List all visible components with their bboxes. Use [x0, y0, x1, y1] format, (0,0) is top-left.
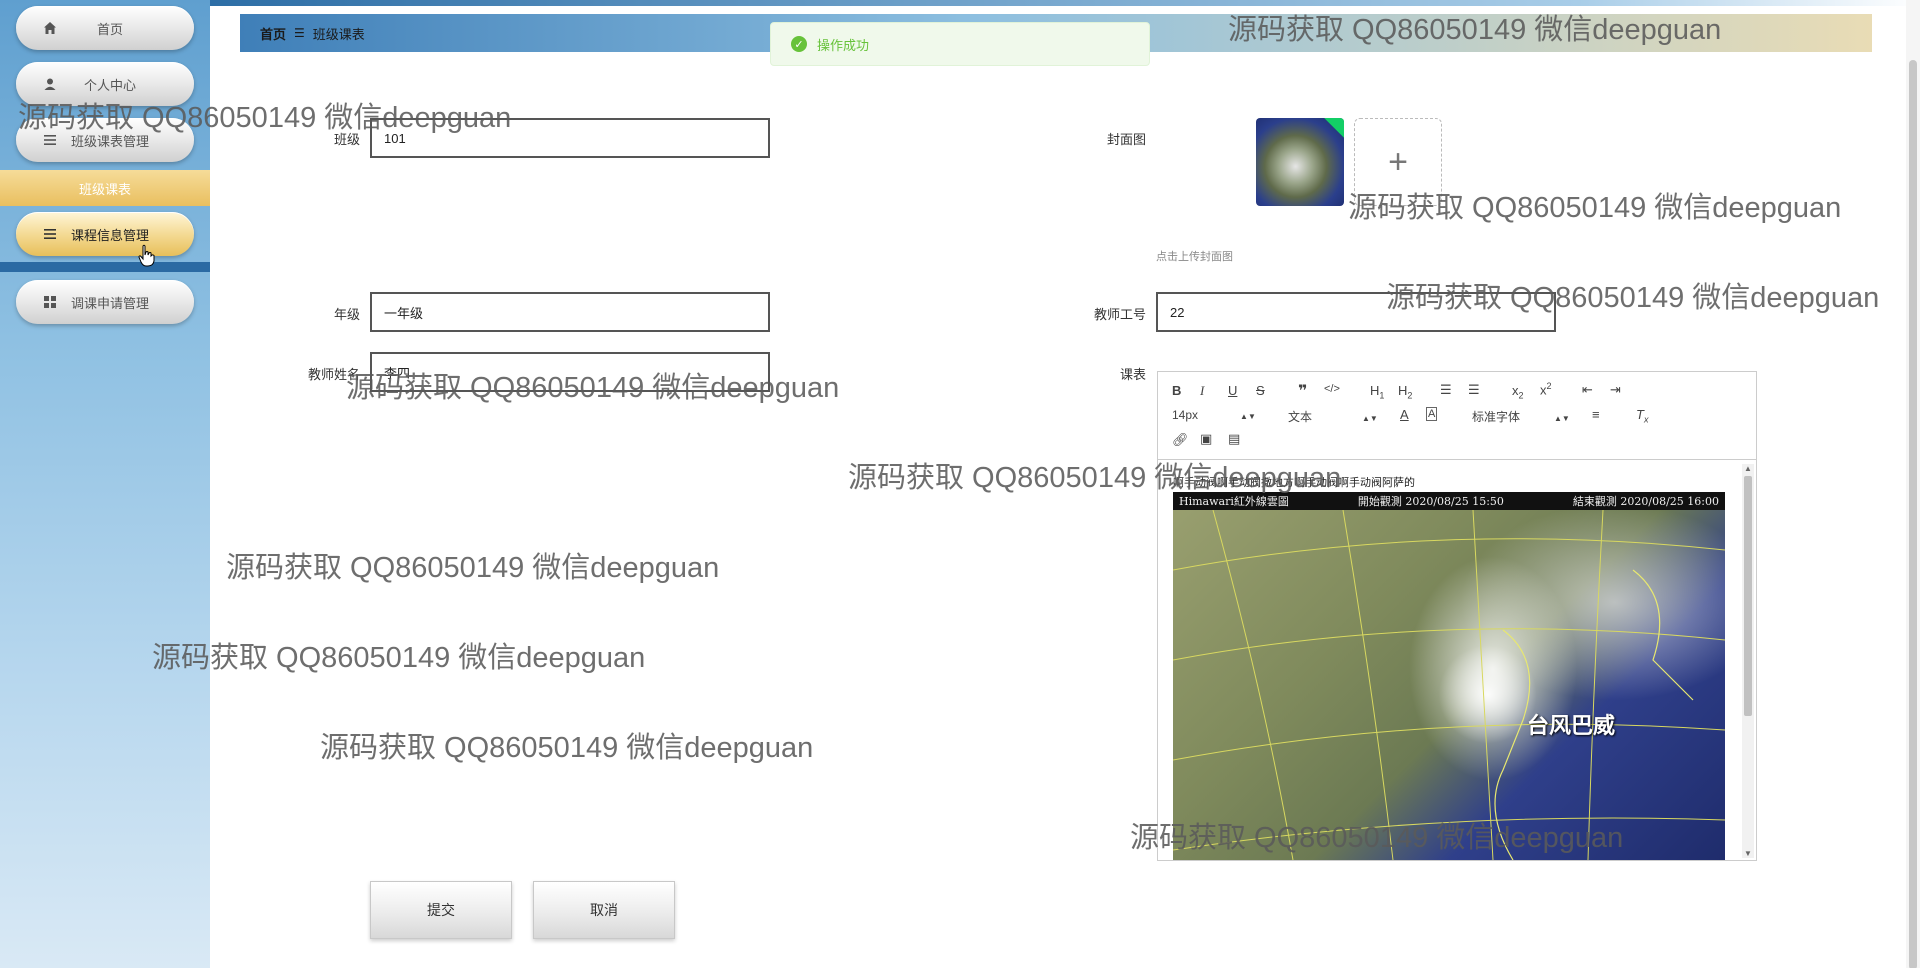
- schedule-label: 课表: [1119, 367, 1146, 382]
- hand-cursor-icon: [138, 244, 155, 267]
- submit-button[interactable]: 提交: [370, 881, 512, 939]
- scroll-up-icon[interactable]: ▲: [1742, 464, 1754, 473]
- font-family-value: 标准字体: [1472, 410, 1521, 424]
- image-header: Himawari紅外線雲圖 開始觀測 2020/08/25 15:50 結束觀測…: [1173, 492, 1725, 510]
- home-icon: [42, 20, 58, 36]
- satellite-cloud-image: Himawari紅外線雲圖 開始觀測 2020/08/25 15:50 結束觀測…: [1173, 492, 1725, 860]
- clear-format-icon[interactable]: Tx: [1636, 407, 1648, 425]
- breadcrumb-separator-icon: ☰: [294, 26, 305, 40]
- indent-icon[interactable]: ⇥: [1610, 382, 1621, 398]
- plus-icon: +: [1388, 142, 1408, 181]
- font-size-value: 14px: [1172, 408, 1199, 422]
- class-field[interactable]: 101: [370, 118, 770, 158]
- font-color-icon[interactable]: A: [1400, 407, 1409, 422]
- sidebar-item-home[interactable]: 首页: [16, 6, 194, 50]
- page-scrollbar-thumb[interactable]: [1909, 60, 1917, 968]
- italic-icon[interactable]: I: [1200, 383, 1204, 399]
- sidebar-item-personal-center[interactable]: 个人中心: [16, 62, 194, 106]
- image-header-mid: 開始觀測 2020/08/25 15:50: [1357, 495, 1504, 508]
- underline-icon[interactable]: U: [1228, 383, 1237, 398]
- paragraph-value: 文本: [1288, 410, 1313, 424]
- strikethrough-icon[interactable]: S: [1256, 383, 1265, 398]
- toast-text: 操作成功: [817, 37, 870, 53]
- grade-select[interactable]: 一年级: [370, 292, 770, 332]
- video-icon[interactable]: ▤: [1228, 431, 1240, 447]
- link-icon[interactable]: 🔗︎: [1172, 432, 1189, 448]
- ordered-list-icon[interactable]: ☰: [1440, 382, 1452, 398]
- list-icon: [42, 132, 58, 148]
- background-color-icon[interactable]: A: [1426, 407, 1438, 421]
- code-block-icon[interactable]: </>: [1324, 383, 1340, 395]
- cover-image-thumbnail[interactable]: [1256, 118, 1344, 206]
- image-header-right: 結束觀測 2020/08/25 16:00: [1572, 495, 1719, 508]
- sidebar: 首页 个人中心 班级课表管理 班级课表 课程信息管理 调课申请管理: [0, 0, 210, 968]
- active-indicator: [0, 262, 210, 272]
- list-icon: [42, 226, 58, 242]
- breadcrumb-home[interactable]: 首页: [260, 24, 286, 43]
- editor-content-text: 啊手动阀啊手动阀撒地方啊手动阀啊手动阀阿萨的: [1173, 477, 1415, 489]
- sidebar-item-class-schedule-mgmt[interactable]: 班级课表管理: [16, 118, 194, 162]
- sidebar-item-course-info-mgmt[interactable]: 课程信息管理: [16, 212, 194, 256]
- upload-cover-button[interactable]: +: [1354, 118, 1442, 206]
- upload-hint: 点击上传封面图: [1156, 251, 1233, 263]
- grid-icon: [42, 294, 58, 310]
- top-accent-line: [210, 0, 1920, 6]
- teacher-name-label: 教师姓名: [307, 367, 360, 382]
- editor-toolbar: B I U S ❞ </> H1 H2 ☰ ☰ x2 x2 ⇤ ⇥ 14px ▲▼…: [1158, 372, 1756, 460]
- blockquote-icon[interactable]: ❞: [1298, 381, 1307, 401]
- class-label: 班级: [333, 132, 360, 147]
- align-icon[interactable]: ≡: [1592, 407, 1600, 422]
- teacher-id-label: 教师工号: [1093, 307, 1146, 322]
- paragraph-select[interactable]: 文本 ▲▼: [1288, 408, 1378, 425]
- cover-label: 封面图: [1106, 132, 1146, 147]
- bullet-list-icon[interactable]: ☰: [1468, 382, 1480, 398]
- font-family-select[interactable]: 标准字体 ▲▼: [1472, 408, 1570, 425]
- breadcrumb-current: 班级课表: [312, 26, 365, 42]
- subscript-icon[interactable]: x2: [1512, 383, 1524, 401]
- bold-icon[interactable]: B: [1172, 383, 1181, 398]
- image-icon[interactable]: ▣: [1200, 431, 1212, 447]
- scrollbar-thumb[interactable]: [1744, 476, 1752, 716]
- watermark: 源码获取 QQ86050149 微信deepguan: [226, 552, 720, 584]
- heading2-icon[interactable]: H2: [1398, 383, 1412, 401]
- teacher-id-field[interactable]: 22: [1156, 292, 1556, 332]
- page-scrollbar[interactable]: [1906, 0, 1920, 968]
- outdent-icon[interactable]: ⇤: [1582, 382, 1593, 398]
- scroll-down-icon[interactable]: ▼: [1742, 849, 1754, 858]
- superscript-icon[interactable]: x2: [1540, 381, 1552, 397]
- typhoon-label: 台风巴威: [1527, 713, 1616, 739]
- grade-label: 年级: [333, 307, 360, 322]
- sidebar-group-label: 班级课表: [0, 170, 210, 206]
- teacher-name-field[interactable]: 李四: [370, 352, 770, 392]
- image-header-left: Himawari紅外線雲圖: [1179, 495, 1289, 508]
- watermark: 源码获取 QQ86050149 微信deepguan: [320, 732, 814, 764]
- editor-scrollbar[interactable]: ▲ ▼: [1742, 464, 1754, 858]
- font-size-select[interactable]: 14px ▲▼: [1172, 408, 1256, 422]
- lat-lon-grid: [1173, 510, 1725, 860]
- success-toast: ✓ 操作成功: [770, 22, 1150, 66]
- user-icon: [42, 76, 58, 92]
- rich-text-editor[interactable]: B I U S ❞ </> H1 H2 ☰ ☰ x2 x2 ⇤ ⇥ 14px ▲▼…: [1157, 371, 1757, 861]
- watermark: 源码获取 QQ86050149 微信deepguan: [152, 642, 646, 674]
- sidebar-item-adjust-request-mgmt[interactable]: 调课申请管理: [16, 280, 194, 324]
- cancel-button[interactable]: 取消: [533, 881, 675, 939]
- heading1-icon[interactable]: H1: [1370, 383, 1384, 401]
- check-circle-icon: ✓: [791, 36, 807, 52]
